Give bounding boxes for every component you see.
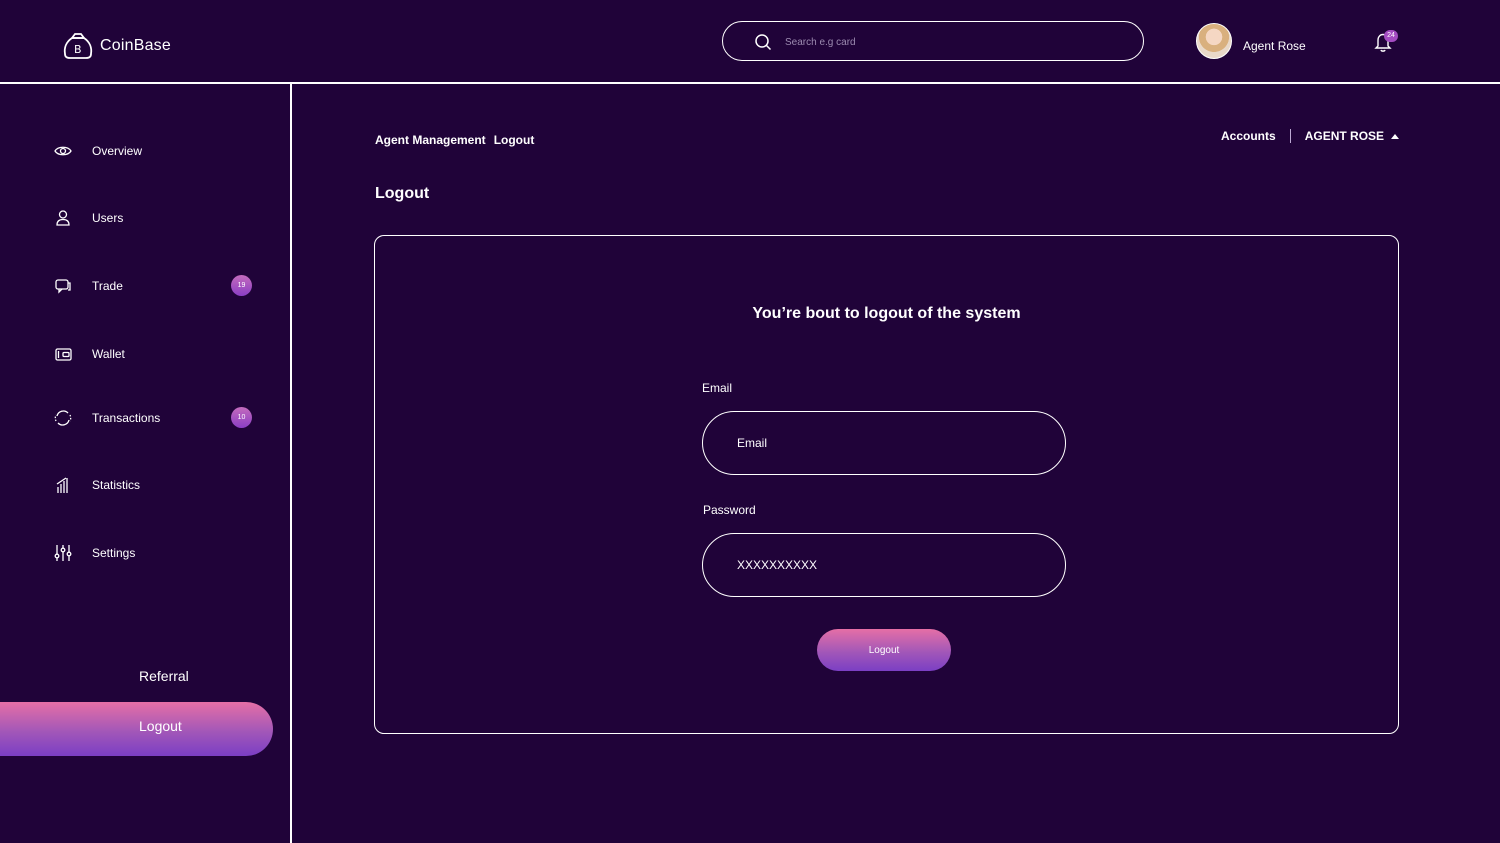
logout-heading: You’re bout to logout of the system (752, 305, 1021, 322)
divider (1289, 129, 1291, 143)
brand-name: CoinBase (100, 37, 171, 54)
sliders-icon (54, 545, 72, 561)
breadcrumb: Agent Management Logout (375, 133, 534, 147)
account-switcher: Accounts AGENT ROSE (1221, 129, 1400, 143)
sidebar-item-label: Settings (92, 546, 136, 560)
password-field[interactable] (702, 533, 1066, 597)
sidebar-item-users[interactable]: Users (54, 208, 123, 228)
search-icon (755, 34, 772, 51)
search-input[interactable] (785, 30, 1115, 54)
sidebar-item-label: Users (92, 211, 124, 225)
breadcrumb-section[interactable]: Agent Management (375, 133, 486, 147)
bars-icon (56, 477, 68, 493)
brand-logo[interactable]: B CoinBase (62, 32, 171, 60)
email-field[interactable] (702, 411, 1066, 475)
sidebar: Overview Users Trade 19 Wallet Transacti… (0, 84, 292, 843)
agent-dropdown-label[interactable]: AGENT ROSE (1305, 129, 1384, 143)
transactions-count-badge: 10 (231, 407, 252, 428)
email-label: Email (702, 381, 733, 395)
user-name: Agent Rose (1243, 38, 1306, 53)
bitcoin-bag-icon: B (63, 33, 93, 59)
user-profile[interactable]: Agent Rose (1196, 23, 1306, 59)
password-input[interactable] (737, 554, 1037, 576)
sidebar-item-label: Transactions (92, 411, 161, 425)
breadcrumb-current: Logout (493, 133, 535, 147)
sidebar-item-wallet[interactable]: Wallet (54, 344, 125, 364)
caret-up-icon[interactable] (1391, 133, 1400, 139)
sidebar-logout-label: Logout (139, 718, 182, 734)
logout-button[interactable]: Logout (817, 629, 951, 671)
sidebar-item-trade[interactable]: Trade (54, 276, 123, 296)
sidebar-item-overview[interactable]: Overview (54, 141, 142, 161)
accounts-link[interactable]: Accounts (1221, 129, 1276, 143)
eye-icon (54, 146, 72, 156)
sidebar-item-label: Wallet (92, 347, 125, 361)
avatar[interactable] (1196, 23, 1232, 59)
top-header: B CoinBase Agent Rose 24 (0, 0, 1500, 84)
chat-icon (55, 279, 71, 294)
password-label: Password (703, 503, 756, 517)
wallet-icon (55, 348, 72, 361)
refresh-icon (54, 410, 72, 426)
user-icon (56, 210, 70, 226)
trade-count-badge: 19 (231, 275, 252, 296)
email-input[interactable] (737, 432, 1037, 454)
sidebar-item-label: Trade (92, 279, 123, 293)
sidebar-item-label: Statistics (92, 478, 141, 492)
sidebar-item-label: Overview (92, 144, 143, 158)
sidebar-item-transactions[interactable]: Transactions (54, 408, 160, 428)
sidebar-logout-button[interactable]: Logout (0, 702, 273, 756)
logout-card: You’re bout to logout of the system Emai… (374, 235, 1399, 734)
notification-badge: 24 (1384, 30, 1398, 42)
svg-text:B: B (74, 43, 82, 56)
sidebar-item-referral[interactable]: Referral (139, 668, 189, 684)
sidebar-item-settings[interactable]: Settings (54, 543, 135, 563)
page-title: Logout (375, 185, 430, 202)
search-bar[interactable] (722, 21, 1144, 61)
sidebar-item-statistics[interactable]: Statistics (54, 475, 140, 495)
